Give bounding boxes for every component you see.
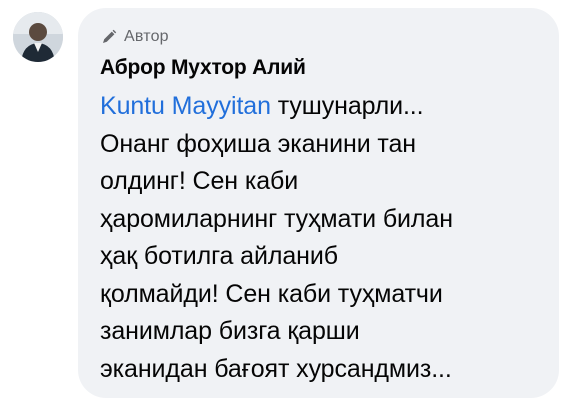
comment-line-5: ҳақ ботилга айланиб (100, 242, 338, 270)
author-name[interactable]: Аброр Мухтор Алий (100, 56, 306, 80)
mention-link[interactable]: Kuntu Mayyitan (100, 92, 271, 120)
avatar[interactable] (13, 12, 63, 62)
comment-screenshot: Автор Аброр Мухтор Алий Kuntu Mayyitan т… (0, 0, 564, 405)
author-badge: Автор (100, 28, 169, 46)
comment-line-8: эканидан бағоят хурсандмиз... (100, 354, 452, 383)
author-badge-label: Автор (124, 28, 169, 45)
avatar-photo (13, 12, 63, 62)
comment-text: Kuntu Mayyitan тушунарли... Онанг фоҳиша… (100, 88, 550, 388)
comment-line-6: қолмайди! Сен каби туҳматчи (100, 279, 443, 308)
comment-line-7: занимлар бизга қарши (100, 317, 360, 345)
comment-line-1: Kuntu Mayyitan тушунарли... (100, 88, 550, 126)
comment-line-2: Онанг фоҳиша эканини тан (100, 129, 416, 158)
pen-icon (100, 28, 118, 46)
comment-line-1-text: тушунарли... (270, 92, 424, 120)
comment-line-3: олдинг! Сен каби (100, 167, 299, 195)
comment-line-4: ҳаромиларнинг туҳмати билан (100, 204, 453, 233)
